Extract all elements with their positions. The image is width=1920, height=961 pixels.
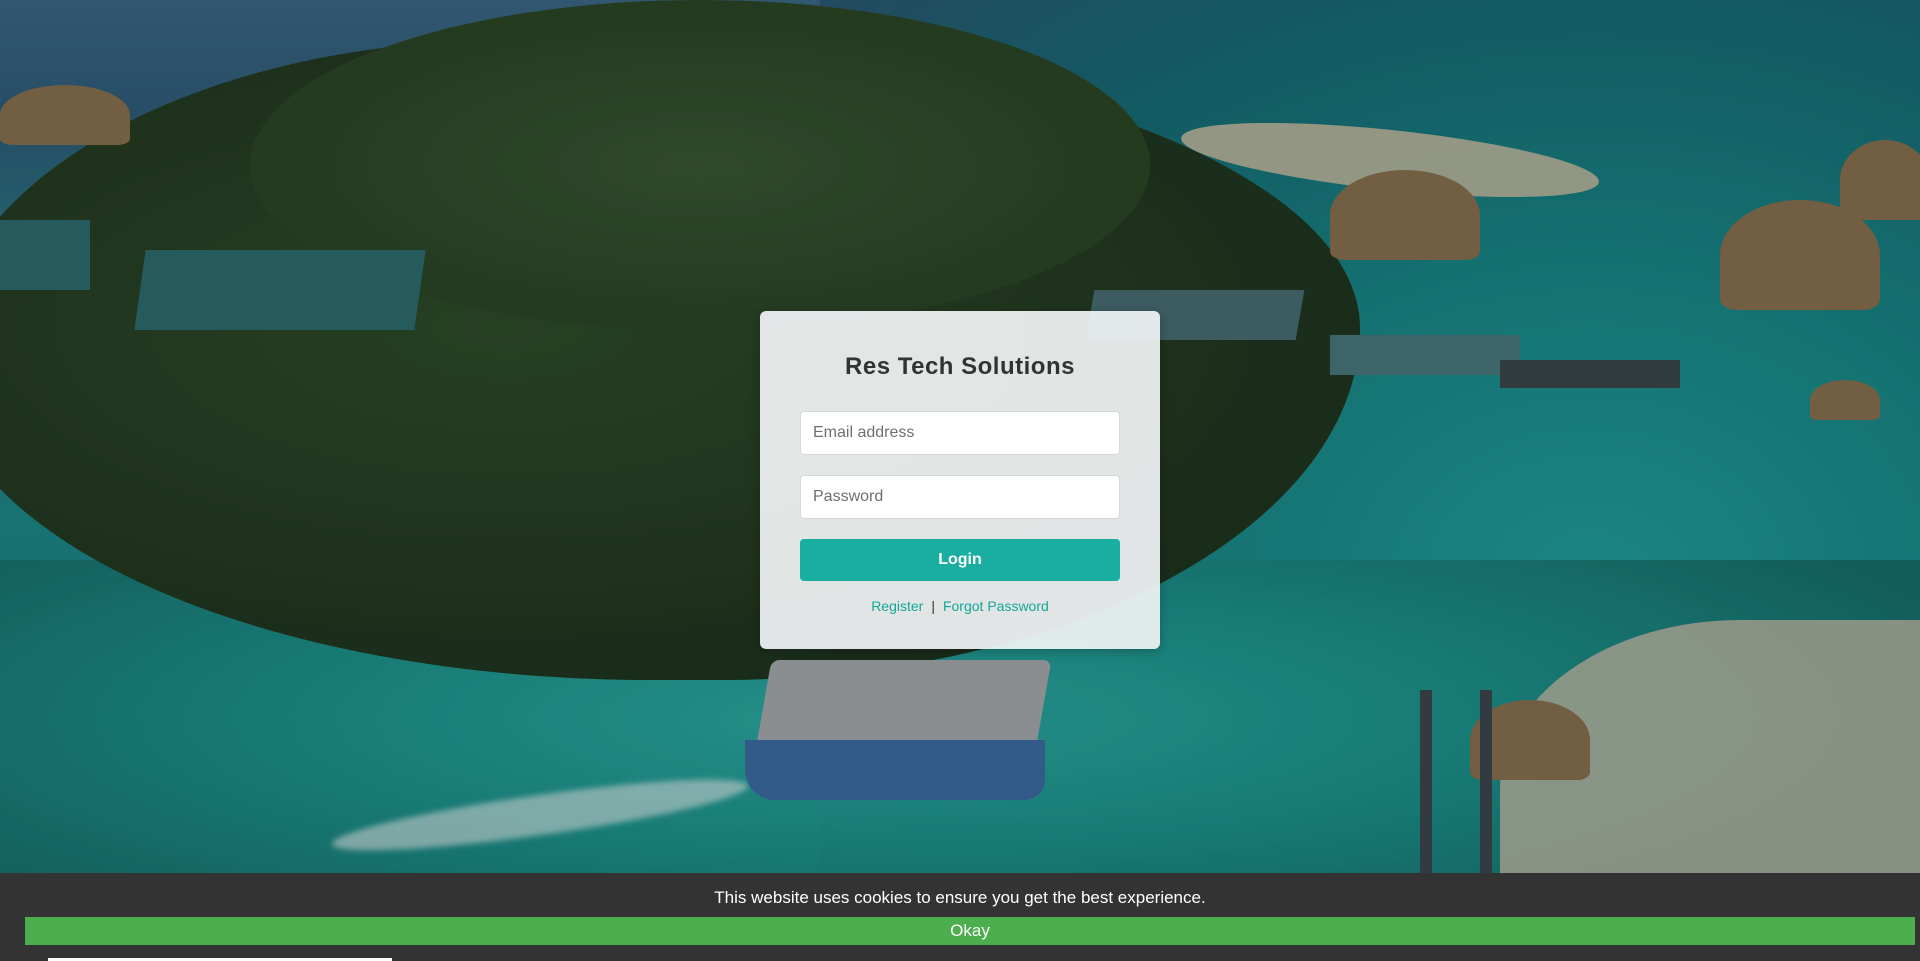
cookie-okay-button[interactable]: Okay	[25, 917, 1915, 945]
login-card: Res Tech Solutions Login Register | Forgot…	[760, 311, 1160, 649]
login-button[interactable]: Login	[800, 539, 1120, 581]
email-input[interactable]	[800, 411, 1120, 455]
cookie-banner: This website uses cookies to ensure you …	[0, 873, 1920, 961]
forgot-password-link[interactable]: Forgot Password	[943, 598, 1049, 614]
link-separator: |	[931, 598, 935, 614]
auth-links: Register | Forgot Password	[800, 598, 1120, 614]
register-link[interactable]: Register	[871, 598, 923, 614]
password-input[interactable]	[800, 475, 1120, 519]
cookie-message: This website uses cookies to ensure you …	[714, 888, 1206, 907]
login-title: Res Tech Solutions	[845, 353, 1075, 380]
